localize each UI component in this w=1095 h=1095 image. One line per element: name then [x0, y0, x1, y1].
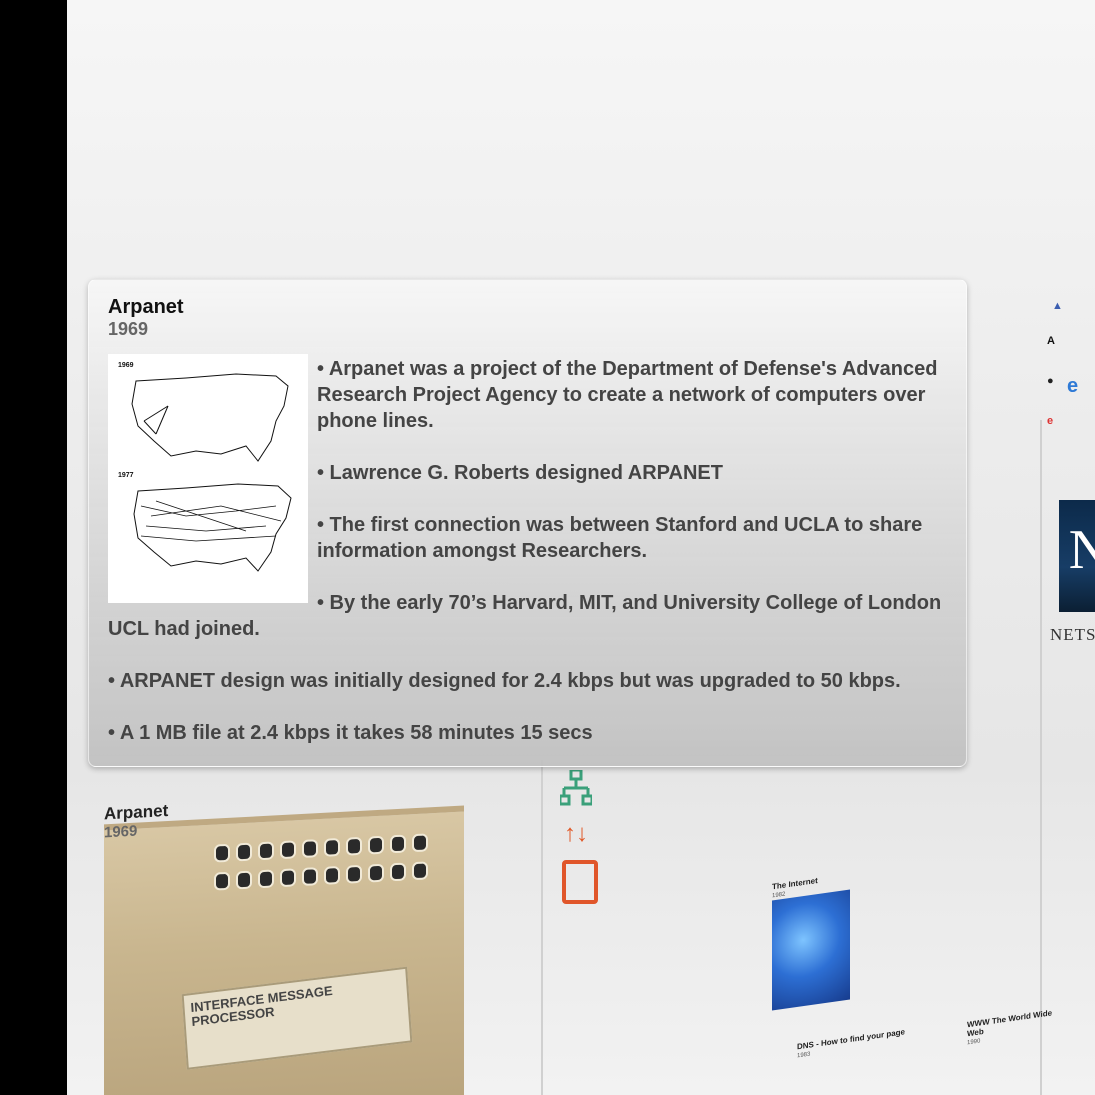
timeline-divider: [541, 760, 543, 1095]
bg-dns-card[interactable]: DNS - How to find your page 1983: [797, 1027, 917, 1061]
netscape-brand-text: NETSCA: [1050, 625, 1095, 644]
bg-arpanet-card[interactable]: INTERFACE MESSAGE PROCESSOR Arpanet 1969: [100, 785, 465, 1095]
netscape-logo-icon: N: [1059, 500, 1095, 612]
left-black-bar: [0, 0, 67, 1095]
bg-dns-title: DNS - How to find your page: [797, 1027, 905, 1052]
arpanet-detail-popup[interactable]: Arpanet 1969 1969 1977 • Arpanet was a p…: [88, 279, 967, 767]
bg-www-year: 1990: [967, 1038, 981, 1047]
printer-icon: [562, 860, 598, 904]
imp-lights-row-2: [214, 861, 428, 891]
bg-www-card[interactable]: WWW The World Wide Web 1990: [967, 1008, 1057, 1048]
network-icon: [558, 768, 594, 822]
bg-internet-title: The Internet: [772, 875, 818, 892]
timeline-divider: [1040, 420, 1042, 1095]
ie-logo-icon: e: [1067, 375, 1079, 397]
popup-body-text: • Arpanet was a project of the Departmen…: [108, 356, 958, 772]
internet-globe-image: [772, 889, 850, 1011]
map-float-space: [108, 356, 317, 616]
bg-arpanet-year: 1969: [104, 822, 138, 842]
bg-dns-year: 1983: [797, 1051, 811, 1060]
lycos-logo-icon: ●: [1047, 375, 1054, 387]
browser-logo-icon: ▲: [1052, 300, 1063, 312]
altavista-logo-icon: A: [1047, 335, 1055, 347]
imp-label: INTERFACE MESSAGE PROCESSOR: [181, 966, 413, 1070]
bg-arpanet-title: Arpanet: [104, 800, 169, 824]
up-down-arrows-icon: ↑↓: [564, 820, 588, 847]
bg-www-title: WWW The World Wide Web: [967, 1008, 1053, 1039]
ebay-logo-icon: e: [1047, 415, 1054, 427]
popup-title: Arpanet: [108, 296, 184, 318]
imp-lights-row-1: [214, 833, 428, 863]
imp-photo: INTERFACE MESSAGE PROCESSOR: [104, 805, 464, 1095]
bullet-speed: • ARPANET design was initially designed …: [108, 670, 901, 692]
bullet-file-time: • A 1 MB file at 2.4 kbps it takes 58 mi…: [108, 722, 593, 744]
popup-year: 1969: [108, 319, 149, 339]
